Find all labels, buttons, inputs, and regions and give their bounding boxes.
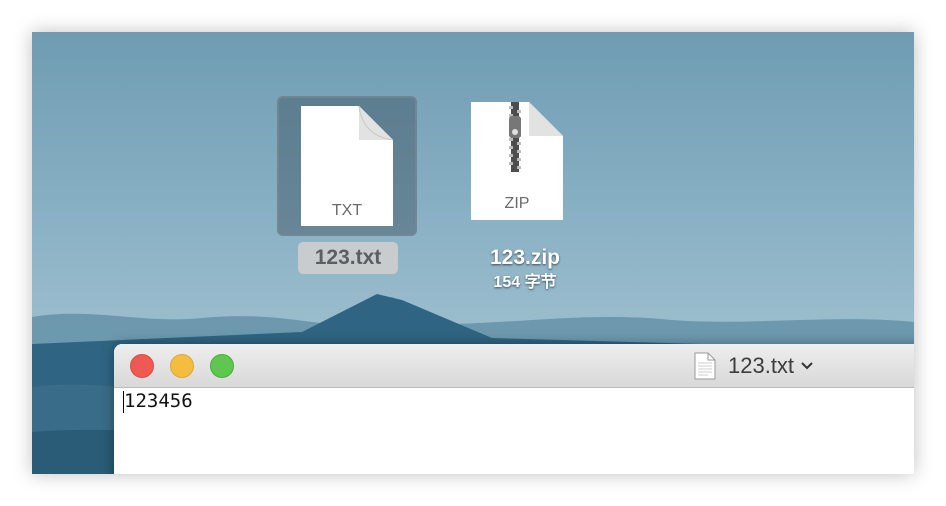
window-titlebar[interactable]: 123.txt bbox=[114, 344, 914, 388]
window-title: 123.txt bbox=[728, 353, 795, 378]
text-editor[interactable]: 123456 bbox=[114, 388, 914, 474]
zip-file-name[interactable]: 123.zip bbox=[455, 242, 595, 274]
txt-file-name[interactable]: 123.txt bbox=[298, 242, 398, 274]
txt-type-label: TXT bbox=[331, 202, 363, 219]
zoom-button[interactable] bbox=[210, 354, 234, 378]
txt-file-icon: TXT bbox=[301, 105, 394, 226]
close-button[interactable] bbox=[130, 354, 154, 378]
editor-content[interactable]: 123456 bbox=[124, 390, 193, 412]
window-title-area[interactable]: 123.txt bbox=[694, 351, 814, 381]
textedit-window[interactable]: 123.txt 123456 bbox=[114, 344, 914, 474]
zip-type-label: ZIP bbox=[504, 195, 530, 212]
document-icon bbox=[694, 352, 716, 380]
zip-file-size: 154 字节 bbox=[493, 274, 557, 291]
minimize-button[interactable] bbox=[170, 354, 194, 378]
chevron-down-icon[interactable] bbox=[800, 361, 814, 371]
zip-file-icon: ZIP bbox=[471, 102, 563, 220]
desktop-screen: TXT 123.txt ZIP 123.zip 154 字节 123.txt 1… bbox=[32, 32, 914, 474]
